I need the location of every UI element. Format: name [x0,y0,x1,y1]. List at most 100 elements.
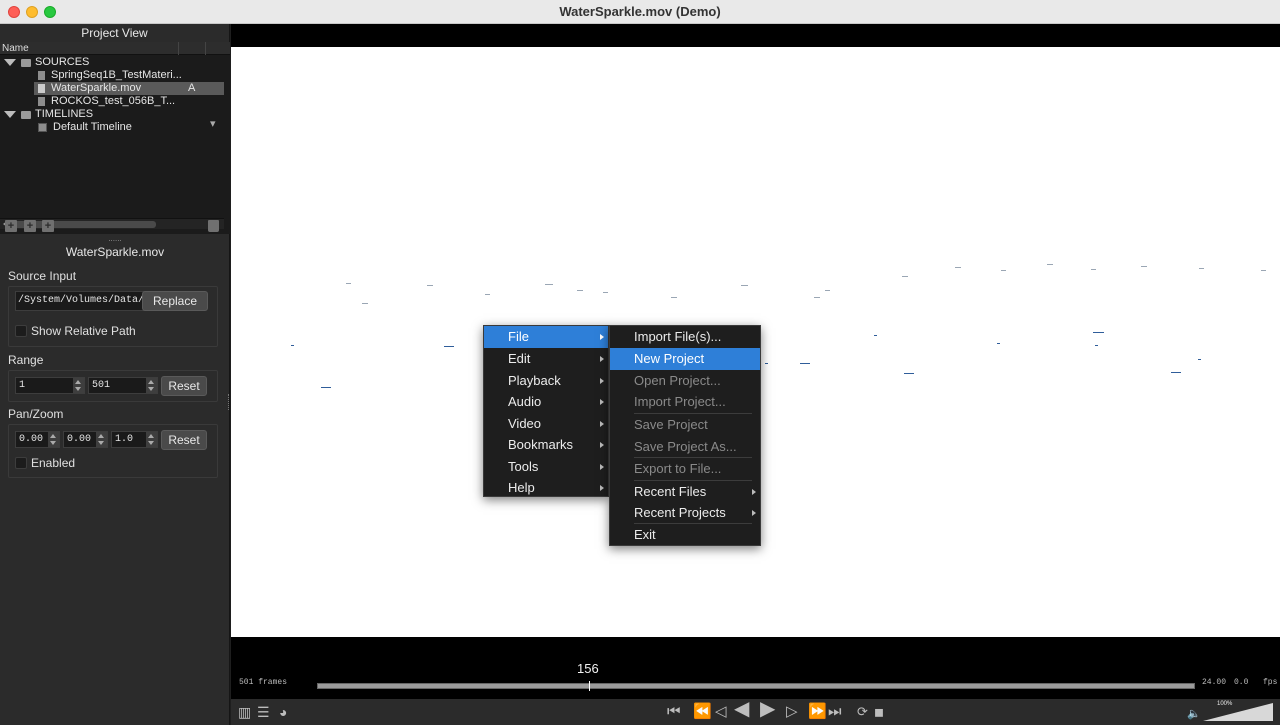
next-mark-icon[interactable]: ⏩ [808,704,827,720]
trash-icon[interactable] [208,220,219,232]
menu-item-label: Exit [634,527,656,542]
range-start-value: 1 [19,380,26,391]
fps-label: fps [1263,678,1278,687]
submenu-arrow-icon [600,421,604,427]
sparkle-mark [427,285,433,286]
sparkle-mark [814,297,820,298]
color-palette-icon[interactable]: ◕ [279,704,287,720]
menu-item-edit[interactable]: Edit [484,348,608,370]
skip-to-end-icon[interactable]: ⏭ [828,704,842,720]
name-column-header[interactable]: Name [0,42,230,55]
loop-icon[interactable]: ⟳ [857,704,868,720]
tree-row-source-1[interactable]: SpringSeq1B_TestMateri... [0,69,230,82]
menu-item-recent-projects[interactable]: Recent Projects [610,502,760,524]
tree-row-source-3[interactable]: ROCKOS_test_056B_T... [0,95,230,108]
pan-zoom-enabled-checkbox[interactable] [15,457,27,469]
volume-icon[interactable]: 🔈 [1187,706,1201,722]
pan-x-input[interactable]: 0.00 [15,431,60,448]
tree-row-timeline-1[interactable]: Default Timeline ▾ [0,118,230,134]
tree-row-timelines[interactable]: TIMELINES [0,108,230,121]
volume-slider[interactable] [1203,703,1273,721]
menu-item-video[interactable]: Video [484,413,608,435]
submenu-arrow-icon [600,464,604,470]
zoom-value: 1.0 [115,434,134,445]
skip-to-start-icon[interactable]: ⏮ [667,704,681,720]
menu-item-help[interactable]: Help [484,477,608,499]
submenu-arrow-icon [600,378,604,384]
zoom-stepper-icon[interactable] [146,432,157,447]
pan-y-input[interactable]: 0.00 [63,431,108,448]
sparkle-mark [362,303,368,304]
menu-item-file[interactable]: File [484,326,608,348]
timeline-bar: 156 501 frames 24.00 0.0 fps [231,637,1280,699]
sparkle-mark [997,343,1000,344]
menu-item-label: Save Project As... [634,439,737,454]
menu-item-import-files[interactable]: Import File(s)... [610,326,760,348]
stop-icon[interactable]: ◼ [874,704,884,720]
expand-triangle-icon[interactable] [4,59,16,66]
viewer-top-bar [231,24,1280,47]
add-media-icon[interactable]: + [42,220,54,232]
menu-item-label: Video [508,416,542,431]
timeline-label: Default Timeline [53,121,132,133]
playhead[interactable] [589,681,591,691]
list-view-icon[interactable]: ☰ [257,704,270,720]
pan-x-stepper-icon[interactable] [48,432,59,447]
menu-item-bookmarks[interactable]: Bookmarks [484,434,608,456]
playback-controls: ▥ ☰ ◕ ⏮ ⏪ ◁ ◀ ▶ ▷ ⏩ ⏭ ⟳ ◼ 🔈 100% [231,699,1280,725]
layout-icon[interactable]: ▥ [238,704,251,720]
tree-row-source-2-selected[interactable]: WaterSparkle.mov A [34,82,224,95]
menu-item-recent-files[interactable]: Recent Files [610,481,760,503]
menu-item-exit[interactable]: Exit [610,524,760,546]
file-submenu: Import File(s)... New Project Open Proje… [609,325,761,546]
menu-item-export-to-file[interactable]: Export to File... [610,458,760,480]
expand-triangle-icon[interactable] [4,111,16,118]
previous-mark-icon[interactable]: ⏪ [693,704,712,720]
sparkle-mark [765,363,768,364]
pan-zoom-reset-button[interactable]: Reset [161,430,207,450]
tree-row-sources[interactable]: SOURCES [0,56,230,69]
range-reset-button[interactable]: Reset [161,376,207,396]
replace-button[interactable]: Replace [142,291,208,311]
menu-item-label: Tools [508,459,539,474]
range-end-input[interactable]: 501 [88,377,158,394]
menu-item-tools[interactable]: Tools [484,456,608,478]
source-path-field[interactable]: /System/Volumes/Data/mc [15,291,147,311]
menu-item-new-project[interactable]: New Project [610,348,760,370]
title-bar: WaterSparkle.mov (Demo) [0,0,1280,24]
folder-icon [21,59,31,67]
file-icon [38,97,45,106]
project-tree[interactable]: Name SOURCES SpringSeq1B_TestMateri... W… [0,42,230,234]
range-end-stepper-icon[interactable] [146,378,157,393]
fps-value[interactable]: 24.00 [1202,678,1226,687]
duplicate-icon[interactable]: + [24,220,36,232]
sparkle-mark [291,345,294,346]
step-back-icon[interactable]: ◁ [715,704,727,720]
menu-item-save-project-as[interactable]: Save Project As... [610,436,760,458]
media-name: WaterSparkle.mov [65,245,165,259]
show-relative-path-checkbox[interactable] [15,325,27,337]
sparkle-mark [874,335,877,336]
menu-item-save-project[interactable]: Save Project [610,414,760,436]
panel-splitter-handle[interactable] [228,394,230,410]
pan-y-stepper-icon[interactable] [96,432,107,447]
sparkle-mark [1095,345,1098,346]
play-reverse-icon[interactable]: ◀ [734,699,749,719]
sparkle-mark [741,285,748,286]
range-start-stepper-icon[interactable] [73,378,84,393]
menu-item-audio[interactable]: Audio [484,391,608,413]
play-icon[interactable]: ▶ [760,699,775,719]
range-start-input[interactable]: 1 [15,377,85,394]
submenu-arrow-icon [600,399,604,405]
add-folder-icon[interactable]: + [5,220,17,232]
sparkle-mark [603,292,608,293]
file-icon [38,71,45,80]
menu-item-playback[interactable]: Playback [484,370,608,392]
step-forward-icon[interactable]: ▷ [786,704,798,720]
menu-item-import-project[interactable]: Import Project... [610,391,760,413]
zoom-input[interactable]: 1.0 [111,431,158,448]
panel-divider-dots[interactable]: ...... [0,234,230,243]
menu-item-open-project[interactable]: Open Project... [610,370,760,392]
submenu-arrow-icon [600,334,604,340]
timeline-scrubber[interactable] [317,683,1195,689]
